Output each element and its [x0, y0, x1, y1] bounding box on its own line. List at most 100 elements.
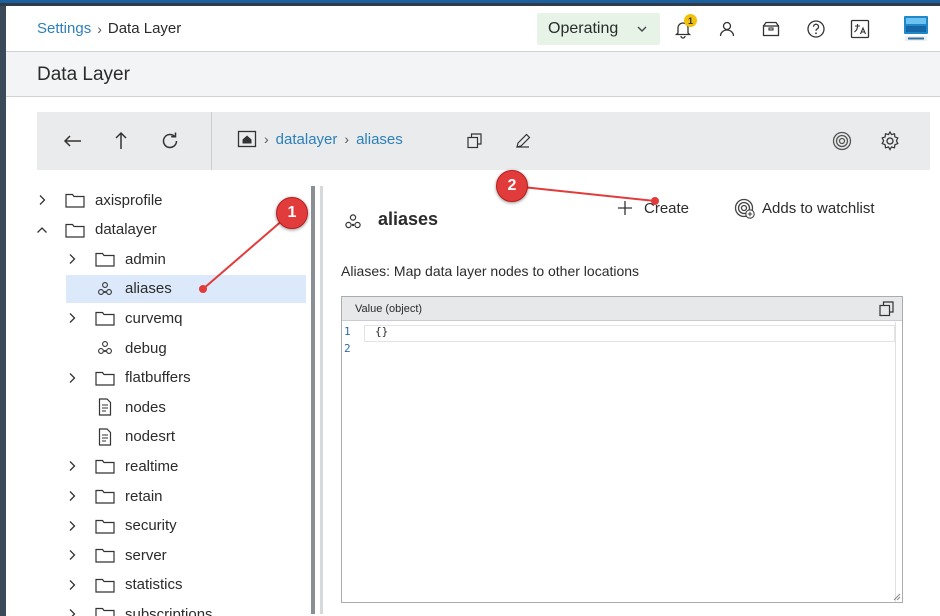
refresh-icon — [162, 132, 178, 149]
chevron-right-icon[interactable] — [65, 519, 79, 533]
folder-icon — [95, 487, 115, 505]
breadcrumb-separator-icon: › — [97, 20, 102, 37]
arrow-up-icon — [115, 131, 127, 149]
folder-icon — [65, 221, 85, 239]
up-button[interactable] — [109, 129, 133, 153]
chevron-right-icon[interactable] — [65, 311, 79, 325]
node-type-icon — [345, 214, 361, 229]
tree-item-nodesrt[interactable]: nodesrt — [32, 423, 312, 451]
edit-path-button[interactable] — [511, 129, 535, 153]
copy-icon — [467, 133, 482, 149]
tree-item-label: subscriptions — [125, 605, 213, 616]
breadcrumb-current: Data Layer — [107, 20, 182, 37]
tree-item-curvemq[interactable]: curvemq — [32, 304, 312, 332]
resize-grip-icon[interactable] — [892, 592, 901, 601]
folder-icon — [95, 576, 115, 594]
path-separator-icon: › — [344, 131, 350, 147]
chevron-right-icon[interactable] — [65, 252, 79, 266]
ctrlx-logo — [904, 16, 928, 41]
chevron-right-icon[interactable] — [35, 193, 49, 207]
operating-mode-label: Operating — [548, 20, 619, 37]
node-cluster-icon — [95, 339, 115, 357]
tree-item-admin[interactable]: admin — [32, 245, 312, 273]
translate-icon — [850, 19, 870, 39]
tree-item-label: aliases — [125, 280, 172, 298]
user-icon — [719, 21, 735, 37]
folder-icon — [95, 369, 115, 387]
copy-path-button[interactable] — [463, 129, 487, 153]
tree-item-label: retain — [125, 487, 163, 505]
package-box-icon — [762, 21, 780, 37]
path-separator-icon: › — [264, 131, 269, 147]
tree-item-retain[interactable]: retain — [32, 482, 312, 510]
chevron-right-icon[interactable] — [65, 607, 79, 616]
refresh-button[interactable] — [158, 129, 182, 153]
line-number: 1 — [344, 325, 351, 338]
chevron-down-icon[interactable] — [35, 223, 49, 237]
breadcrumb: Settings › Data Layer — [37, 20, 181, 37]
help-icon — [807, 20, 825, 38]
tree-item-flatbuffers[interactable]: flatbuffers — [32, 364, 312, 392]
copy-value-icon[interactable] — [878, 300, 896, 318]
add-to-watchlist-button[interactable]: Adds to watchlist — [733, 194, 875, 222]
path-segment-datalayer[interactable]: datalayer — [276, 131, 338, 148]
tree-item-label: datalayer — [95, 221, 157, 239]
tree-item-axisprofile[interactable]: axisprofile — [32, 186, 312, 214]
line-number: 2 — [344, 342, 351, 355]
notifications-button[interactable]: 1 — [671, 14, 697, 41]
editor-header-label: Value (object) — [355, 303, 423, 315]
tree-item-security[interactable]: security — [32, 512, 312, 540]
annotation-marker-1: 1 — [276, 197, 308, 229]
language-button[interactable] — [848, 17, 872, 41]
tree-item-statistics[interactable]: statistics — [32, 571, 312, 599]
folder-icon — [95, 250, 115, 268]
pencil-icon — [516, 133, 531, 148]
panel-splitter[interactable] — [320, 186, 323, 614]
tree-item-label: debug — [125, 339, 167, 357]
chevron-right-icon[interactable] — [65, 371, 79, 385]
arrow-left-icon — [63, 135, 81, 147]
window-accent-bar — [0, 0, 940, 3]
chevron-down-icon — [637, 26, 647, 32]
tree-item-label: statistics — [125, 576, 183, 594]
tree-item-aliases[interactable]: aliases — [66, 274, 306, 303]
app-header: Settings › Data Layer Operating 1 — [6, 6, 940, 52]
document-icon — [95, 428, 115, 446]
value-editor[interactable]: Value (object) 1 {} 2 — [341, 296, 903, 603]
tree-item-datalayer[interactable]: datalayer — [32, 216, 312, 244]
user-button[interactable] — [715, 17, 739, 41]
editor-scroll-track[interactable] — [895, 322, 902, 602]
tree-item-label: server — [125, 546, 167, 564]
back-button[interactable] — [61, 129, 85, 153]
watchlist-button[interactable] — [830, 129, 854, 153]
tree-item-subscriptions[interactable]: subscriptions — [32, 600, 312, 616]
packages-button[interactable] — [759, 17, 783, 41]
folder-icon — [95, 546, 115, 564]
toolbar-divider — [211, 112, 212, 170]
editor-header: Value (object) — [342, 297, 902, 321]
node-path: › datalayer › aliases — [237, 130, 403, 148]
tree-item-realtime[interactable]: realtime — [32, 452, 312, 480]
page-title-bar: Data Layer — [6, 52, 940, 97]
tree-item-label: nodesrt — [125, 428, 176, 446]
breadcrumb-settings-link[interactable]: Settings — [37, 20, 91, 37]
create-button[interactable]: Create — [616, 194, 689, 222]
tree-item-label: admin — [125, 250, 166, 268]
chevron-right-icon[interactable] — [65, 548, 79, 562]
settings-button[interactable] — [878, 129, 902, 153]
tree-item-nodes[interactable]: nodes — [32, 393, 312, 421]
operating-mode-dropdown[interactable]: Operating — [537, 13, 660, 45]
home-icon[interactable] — [237, 130, 257, 148]
watchlist-add-icon — [734, 198, 755, 219]
document-icon — [95, 398, 115, 416]
tree-item-debug[interactable]: debug — [32, 334, 312, 362]
chevron-right-icon[interactable] — [65, 578, 79, 592]
tree-item-label: security — [125, 517, 177, 535]
node-tree: axisprofile datalayer admin aliases curvemq d… — [32, 186, 312, 616]
tree-scrollbar[interactable] — [311, 186, 315, 614]
tree-item-server[interactable]: server — [32, 541, 312, 569]
chevron-right-icon[interactable] — [65, 489, 79, 503]
path-segment-aliases[interactable]: aliases — [356, 131, 403, 148]
help-button[interactable] — [804, 17, 828, 41]
chevron-right-icon[interactable] — [65, 459, 79, 473]
